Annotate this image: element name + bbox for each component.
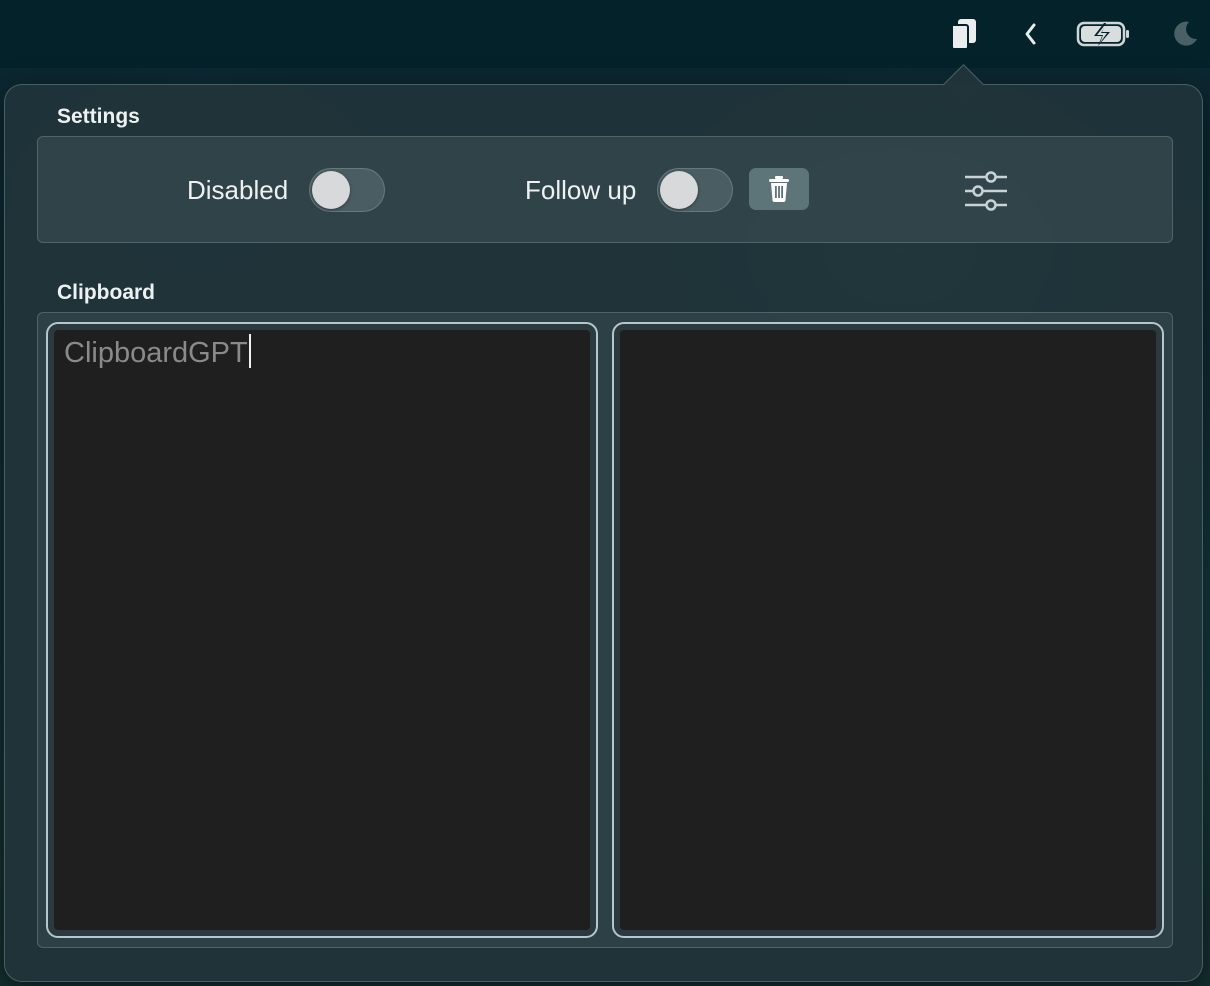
clipboard-icon[interactable] bbox=[946, 14, 982, 54]
battery-charging-icon[interactable] bbox=[1074, 14, 1134, 54]
text-caret bbox=[248, 334, 251, 368]
toggle-knob bbox=[660, 171, 698, 209]
follow-up-toggle[interactable] bbox=[657, 168, 733, 212]
clear-button[interactable] bbox=[749, 168, 809, 210]
output-text-area[interactable] bbox=[620, 330, 1156, 930]
menu-bar bbox=[0, 0, 1210, 68]
trash-icon bbox=[769, 176, 789, 202]
settings-section-title: Settings bbox=[57, 105, 140, 128]
output-pane[interactable] bbox=[612, 322, 1164, 938]
chevron-left-icon[interactable] bbox=[1016, 14, 1044, 54]
disabled-toggle[interactable] bbox=[309, 168, 385, 212]
moon-icon[interactable] bbox=[1166, 14, 1202, 54]
input-text-area[interactable]: ClipboardGPT bbox=[54, 330, 590, 930]
follow-up-label: Follow up bbox=[525, 175, 637, 205]
clipboard-panel: ClipboardGPT bbox=[37, 312, 1173, 948]
sliders-icon bbox=[965, 171, 1007, 211]
disabled-label: Disabled bbox=[187, 175, 289, 205]
input-text-value: ClipboardGPT bbox=[64, 337, 248, 369]
clipboard-section-title: Clipboard bbox=[57, 281, 155, 304]
input-pane[interactable]: ClipboardGPT bbox=[46, 322, 598, 938]
settings-panel: Disabled Follow up bbox=[37, 136, 1173, 243]
input-text: ClipboardGPT bbox=[64, 334, 251, 370]
toggle-knob bbox=[312, 171, 350, 209]
options-button[interactable] bbox=[960, 168, 1012, 214]
popover-panel: Settings Disabled Follow up Clipboard Cl… bbox=[4, 84, 1203, 982]
